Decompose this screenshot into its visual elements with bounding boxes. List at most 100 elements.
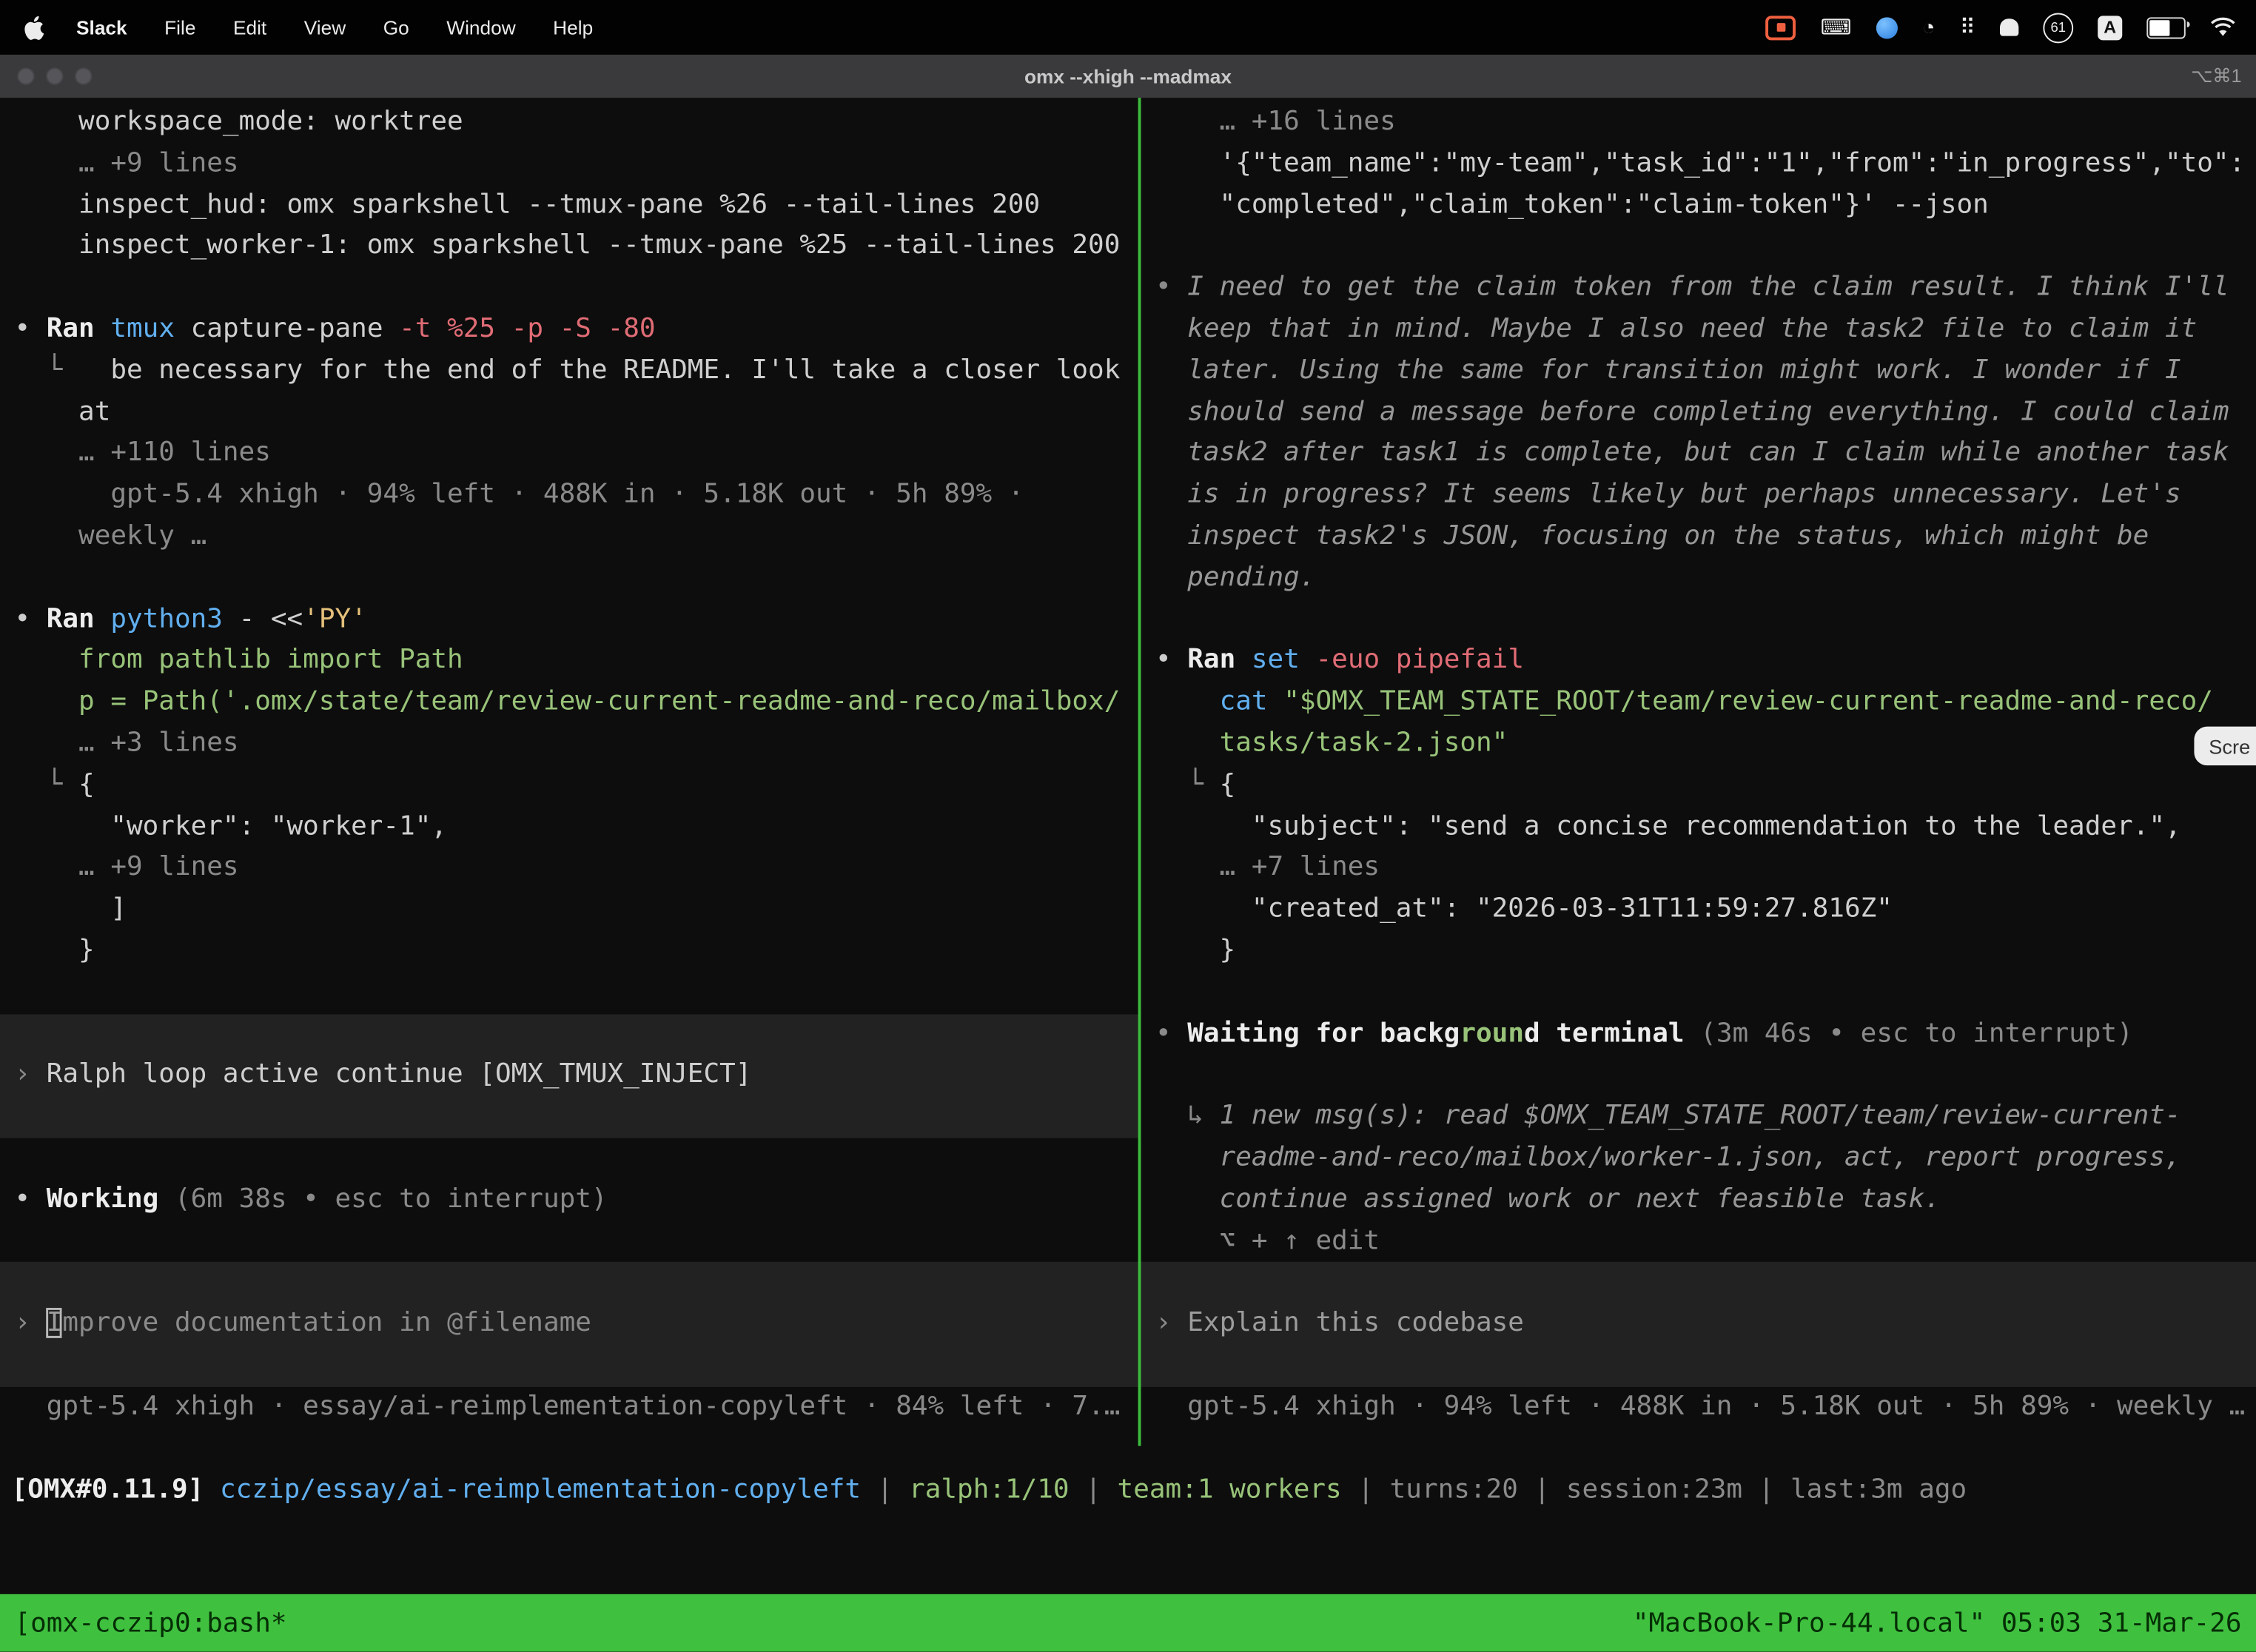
terminal-text-segment: ⌥ + ↑ edit [1155, 1225, 1380, 1255]
screen-recording-icon[interactable] [1766, 15, 1796, 39]
terminal-text-segment: Waiting for backg [1187, 1018, 1460, 1048]
terminal-text-segment: gpt-5.4 xhigh · essay/ai-reimplementatio… [14, 1391, 1120, 1421]
apple-menu[interactable] [23, 15, 44, 39]
terminal-line [1155, 600, 2256, 641]
terminal-text-segment: cczip/essay/ai-reimplementation-copyleft [220, 1474, 861, 1505]
terminal-line [14, 268, 1138, 309]
terminal-line [14, 1262, 1138, 1303]
terminal-line: › Explain this codebase [1155, 1303, 2256, 1345]
menu-view[interactable]: View [304, 16, 346, 38]
terminal-text-segment: "$OMX_TEAM_STATE_ROOT/team/review-curren… [1283, 687, 2213, 717]
terminal-text-segment: • [1155, 645, 1187, 676]
terminal-line [14, 973, 1138, 1014]
app-grid-icon[interactable]: ⠿ [1960, 14, 1975, 40]
battery-icon[interactable] [2146, 16, 2185, 38]
terminal-line: … +9 lines [14, 848, 1138, 890]
terminal-text-segment: { [78, 770, 95, 800]
menu-window[interactable]: Window [446, 16, 515, 38]
terminal-line: inspect_hud: omx sparkshell --tmux-pane … [14, 185, 1138, 226]
terminal-line: … +9 lines [14, 144, 1138, 185]
terminal-line: "subject": "send a concise recommendatio… [1155, 807, 2256, 848]
terminal-text-segment: python3 [110, 604, 238, 634]
terminal-text-segment [204, 1474, 220, 1505]
input-source-icon[interactable]: A [2098, 15, 2122, 39]
terminal-text-segment: continue assigned work or next feasible … [1155, 1183, 1941, 1214]
terminal-line: › Ralph loop active continue [OMX_TMUX_I… [14, 1055, 1138, 1097]
menu-edit[interactable]: Edit [233, 16, 266, 38]
terminal-text-segment: tmux [110, 314, 190, 344]
terminal-line [1155, 1345, 2256, 1386]
terminal-text-segment: pending. [1155, 563, 1316, 593]
terminal-line: › Improve documentation in @filename [14, 1303, 1138, 1345]
terminal-text-segment: is in progress? It seems likely but perh… [1155, 480, 2181, 510]
terminal-line [14, 558, 1138, 600]
terminal-text-segment: inspect task2's JSON, focusing on the st… [1155, 521, 2149, 551]
window-title: omx --xhigh --madmax [1024, 65, 1232, 87]
terminal-line: task2 after task1 is complete, but can I… [1155, 434, 2256, 475]
terminal-text-segment: readme-and-reco/mailbox/worker-1.json, a… [1155, 1142, 2181, 1172]
terminal-line: └ { [14, 765, 1138, 807]
terminal-line: [OMX#0.11.9] cczip/essay/ai-reimplementa… [12, 1471, 2256, 1512]
menu-go[interactable]: Go [383, 16, 409, 38]
terminal-text-segment: task2 after task1 is complete, but can I… [1155, 438, 2229, 469]
terminal-text-segment: Ralph loop active continue [OMX_TMUX_INJ… [47, 1059, 752, 1089]
terminal-text-segment: • [14, 314, 46, 344]
terminal-line: • I need to get the claim token from the… [1155, 268, 2256, 309]
terminal-text-segment: weekly … [14, 521, 207, 551]
terminal-text-segment: "created_at": "2026-03-31T11:59:27.816Z" [1155, 893, 1893, 924]
menu-help[interactable]: Help [553, 16, 593, 38]
terminal-text-segment: cat [1220, 687, 1284, 717]
terminal-line [1155, 226, 2256, 268]
terminal-text-segment: at [14, 397, 110, 427]
clock-icon[interactable]: ◔ [1922, 15, 1936, 39]
terminal-line: at [14, 392, 1138, 434]
close-button[interactable] [17, 67, 34, 84]
menu-file[interactable]: File [164, 16, 195, 38]
battery-percent-badge[interactable]: 61 [2043, 13, 2073, 43]
omx-status-line: [OMX#0.11.9] cczip/essay/ai-reimplementa… [0, 1471, 2256, 1512]
terminal-text-segment: (6m 38s • esc to interrupt) [158, 1183, 607, 1214]
terminal-text-segment: | [1070, 1474, 1118, 1505]
tmux-host-clock: "MacBook-Pro-44.local" 05:03 31-Mar-26 [1633, 1608, 2242, 1638]
terminal-text-segment: › [14, 1308, 46, 1338]
screen-share-overlay[interactable]: Scre [2195, 727, 2256, 765]
keyboard-icon[interactable]: ⌨ [1821, 14, 1852, 40]
terminal-line [1155, 1262, 2256, 1303]
terminal-text-segment: turns:20 [1390, 1474, 1518, 1505]
window-title-bar[interactable]: omx --xhigh --madmax ⌥⌘1 [0, 55, 2256, 99]
terminal-line: • Ran set -euo pipefail [1155, 641, 2256, 682]
ghost-icon[interactable] [2000, 19, 2018, 36]
browser-app-icon[interactable] [1876, 16, 1898, 38]
terminal-line: • Ran python3 - <<'PY' [14, 600, 1138, 641]
terminal-text-segment: ralph:1/10 [909, 1474, 1070, 1505]
terminal-text-segment: • [14, 1183, 46, 1214]
app-menu-slack[interactable]: Slack [76, 16, 127, 38]
terminal-text-segment: } [14, 935, 94, 965]
tmux-session-window[interactable]: [omx-cczip0:bash* [14, 1608, 286, 1638]
terminal-line: • Working (6m 38s • esc to interrupt) [14, 1179, 1138, 1220]
terminal-text-segment: | [1742, 1474, 1790, 1505]
terminal-text-segment: Ran [1187, 645, 1252, 676]
wifi-icon[interactable] [2210, 17, 2236, 37]
terminal-text-segment: [OMX#0.11.9] [12, 1474, 204, 1505]
terminal-text-segment: I need to get the claim token from the c… [1187, 272, 2229, 303]
left-pane[interactable]: workspace_mode: worktree … +9 lines insp… [0, 98, 1138, 1446]
window-tab-indicator: ⌥⌘1 [2191, 64, 2241, 87]
terminal-line: └ { [1155, 765, 2256, 807]
zoom-button[interactable] [75, 67, 92, 84]
terminal-line: cat "$OMX_TEAM_STATE_ROOT/team/review-cu… [1155, 682, 2256, 724]
minimize-button[interactable] [46, 67, 63, 84]
terminal-text-segment: Ran [47, 604, 111, 634]
terminal-line: • Waiting for background terminal (3m 46… [1155, 1014, 2256, 1055]
terminal-text-segment: • [1155, 272, 1187, 303]
terminal-text-segment: '{"team_name":"my-team","task_id":"1","f… [1155, 148, 2245, 178]
terminal-line: inspect_worker-1: omx sparkshell --tmux-… [14, 226, 1138, 268]
terminal-text-segment: "worker": "worker-1", [14, 810, 447, 841]
terminal-line: "created_at": "2026-03-31T11:59:27.816Z" [1155, 890, 2256, 931]
terminal-text-segment: Ran [47, 314, 111, 344]
terminal-text-segment: inspect_hud: omx sparkshell --tmux-pane … [14, 189, 1040, 220]
terminal-text-segment [1155, 687, 1220, 717]
terminal-text-segment: inspect_worker-1: omx sparkshell --tmux-… [14, 231, 1120, 261]
right-pane[interactable]: … +16 lines '{"team_name":"my-team","tas… [1141, 98, 2256, 1446]
menu-bar: Slack File Edit View Go Window Help ⌨ ◔ … [0, 0, 2256, 55]
